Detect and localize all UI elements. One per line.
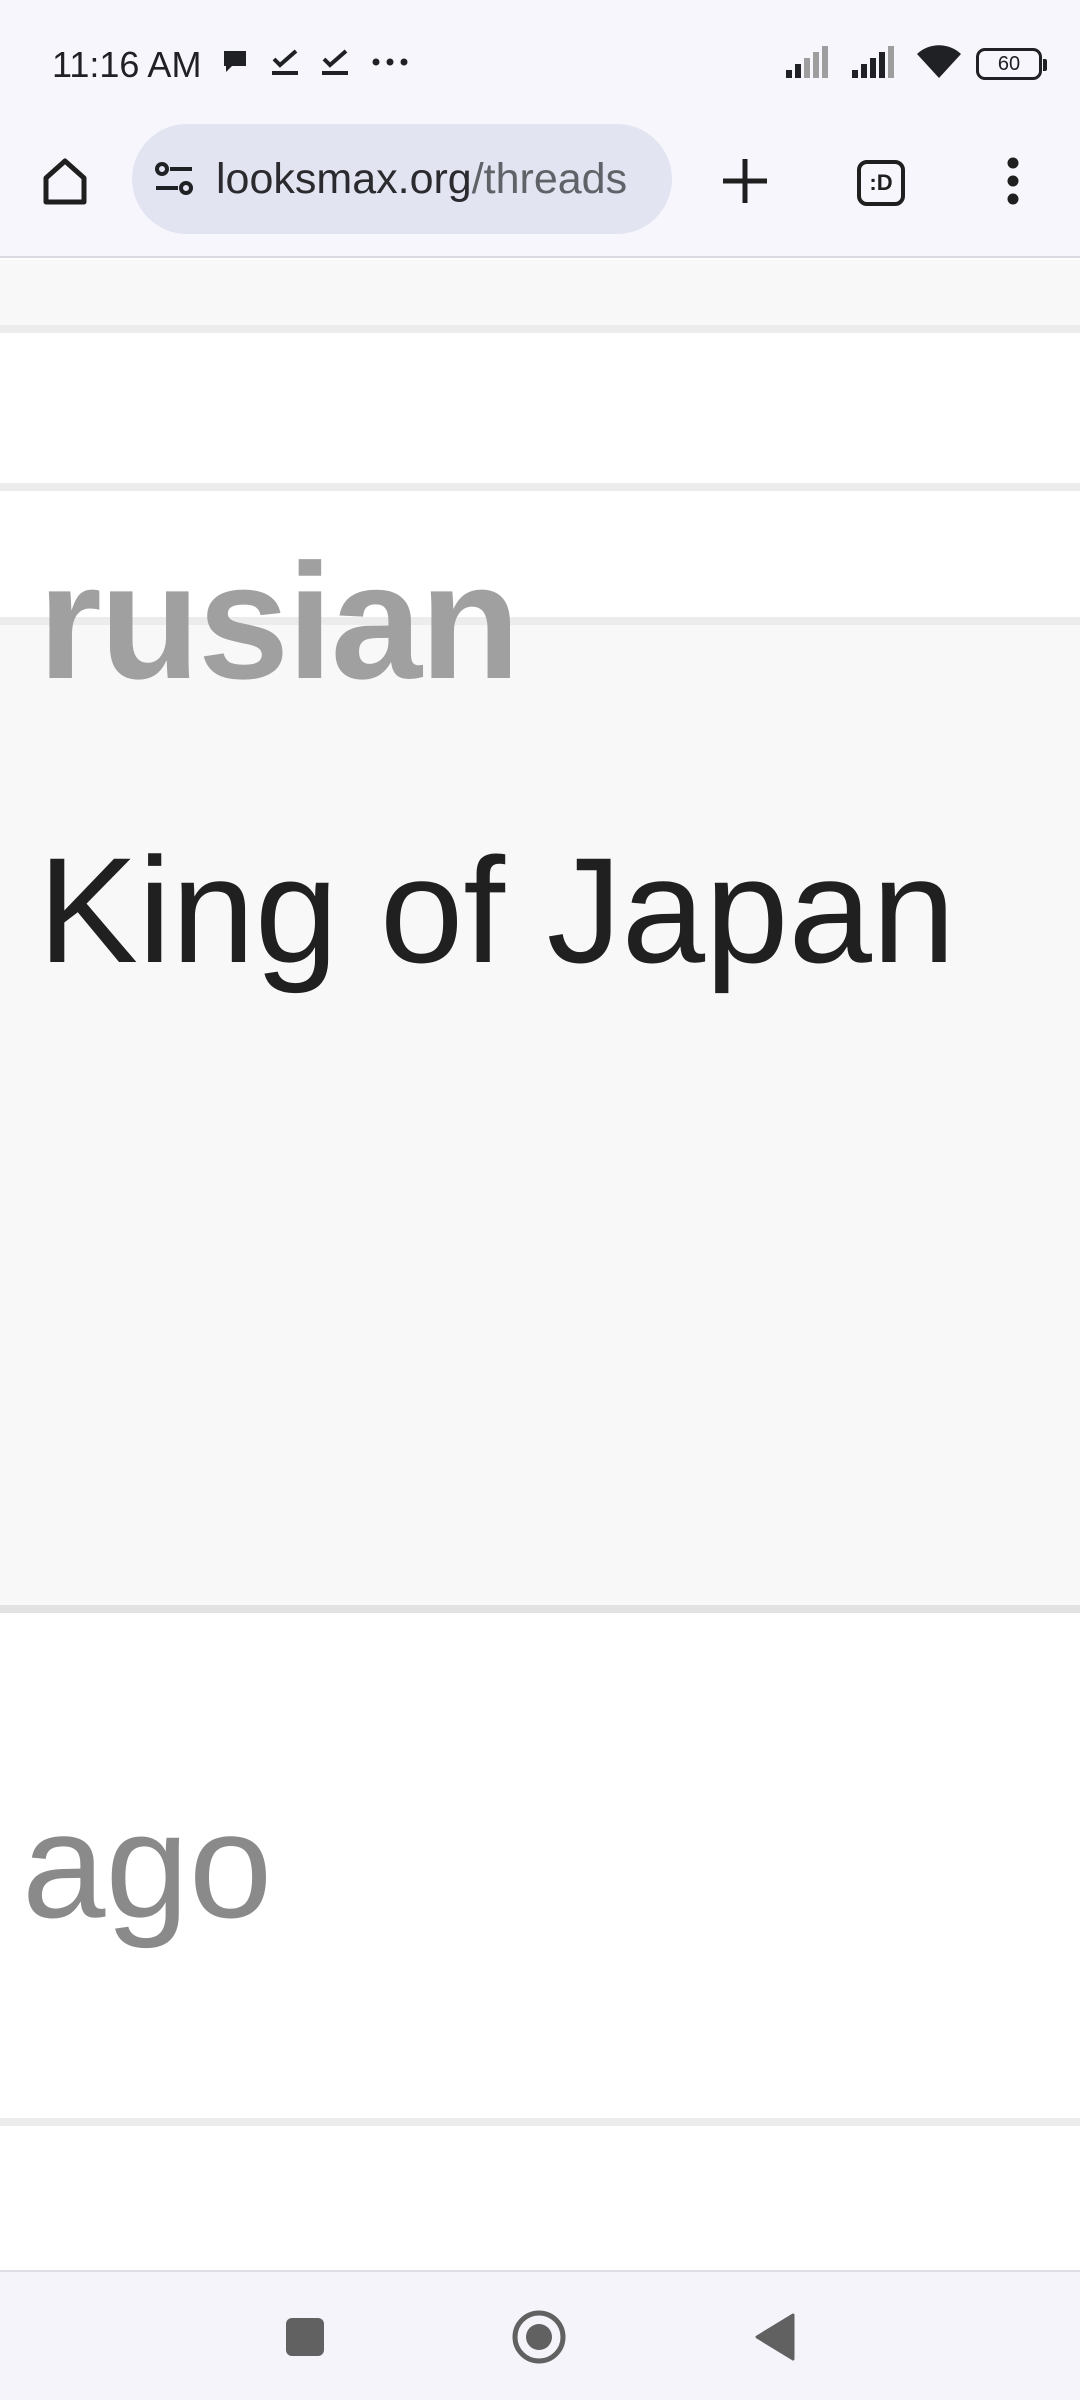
recents-button[interactable] <box>260 2294 350 2384</box>
system-navigation-bar <box>0 2270 1080 2400</box>
browser-toolbar: looksmax.org/threads :D <box>0 118 1080 258</box>
post-user-title: King of Japan <box>38 826 956 994</box>
divider <box>0 2118 1080 2126</box>
status-time: 11:16 AM <box>52 44 202 85</box>
more-vert-icon <box>1003 155 1023 212</box>
home-button[interactable] <box>24 142 106 224</box>
url-path: /threads <box>471 154 628 203</box>
recents-square-icon <box>285 2317 325 2362</box>
more-dots-icon <box>370 47 410 82</box>
divider <box>0 1605 1080 1613</box>
blank-row <box>0 2126 1080 2270</box>
top-band <box>0 260 1080 325</box>
tab-switcher-button[interactable]: :D <box>840 142 922 224</box>
plus-icon <box>719 155 771 212</box>
tab-count: :D <box>857 160 905 206</box>
download-done-icon <box>270 47 300 82</box>
back-button[interactable] <box>730 2294 820 2384</box>
signal-icon <box>850 45 902 83</box>
post-time-ago[interactable]: ago <box>22 1790 272 1940</box>
system-icons: 60 <box>784 44 1047 85</box>
status-bar: 11:16 AM 60 <box>0 0 1080 118</box>
tune-icon[interactable] <box>152 156 198 202</box>
back-triangle-icon <box>753 2313 797 2366</box>
wifi-icon <box>916 44 962 85</box>
divider <box>0 483 1080 491</box>
post-username[interactable]: rusian <box>38 540 520 704</box>
home-circle-icon <box>511 2309 567 2370</box>
menu-button[interactable] <box>972 142 1054 224</box>
divider <box>0 325 1080 333</box>
chat-bubble-icon <box>220 47 250 82</box>
battery-indicator: 60 <box>976 48 1047 80</box>
blank-row <box>0 333 1080 483</box>
download-done-icon <box>320 47 350 82</box>
url-domain: looksmax.org <box>216 154 472 203</box>
address-bar[interactable]: looksmax.org/threads <box>132 124 672 234</box>
notification-icons <box>220 44 410 84</box>
signal-icon <box>784 45 836 83</box>
url-text: looksmax.org/threads <box>216 155 627 204</box>
home-nav-button[interactable] <box>494 2294 584 2384</box>
new-tab-button[interactable] <box>704 142 786 224</box>
post-user-block <box>0 625 1080 1625</box>
home-icon <box>38 154 92 213</box>
